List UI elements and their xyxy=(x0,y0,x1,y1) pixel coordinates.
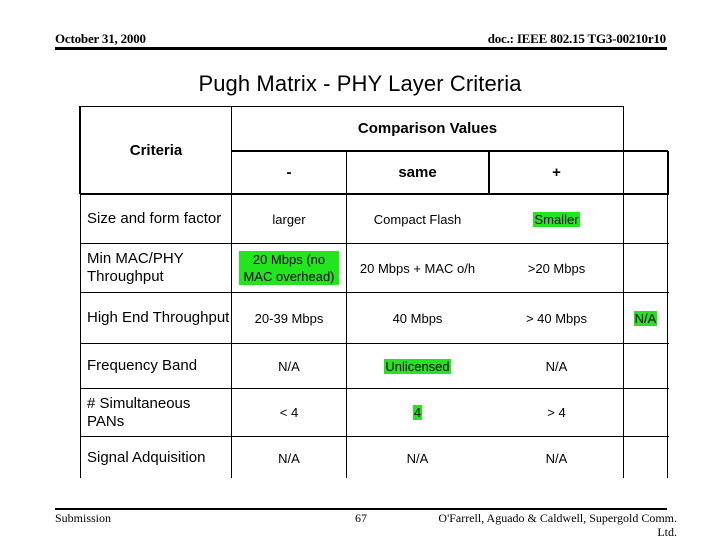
plus-value: > 4 xyxy=(547,405,566,420)
minus-cell: 20 Mbps (no MAC overhead) xyxy=(232,244,346,292)
plus-cell: > 4 xyxy=(490,389,623,436)
same-cell: N/A xyxy=(347,437,488,479)
column-header-same: same xyxy=(398,164,437,181)
minus-cell: < 4 xyxy=(232,389,346,436)
criteria-cell: Size and form factor xyxy=(81,195,231,243)
criteria-header: Criteria xyxy=(129,141,183,159)
footer-authors-line2: Ltd. xyxy=(657,525,677,539)
minus-cell: N/A xyxy=(232,437,346,479)
minus-value: N/A xyxy=(278,450,300,466)
plus-value-highlighted: Smaller xyxy=(533,211,580,227)
same-value: 40 Mbps xyxy=(392,310,443,326)
minus-cell: 20-39 Mbps xyxy=(232,293,346,343)
plus-value: >20 Mbps xyxy=(527,260,586,276)
plus-cell: > 40 Mbps xyxy=(490,293,623,343)
same-cell: 20 Mbps + MAC o/h xyxy=(347,244,488,292)
same-value: Compact Flash xyxy=(373,211,462,227)
minus-cell: N/A xyxy=(232,344,346,388)
same-value: N/A xyxy=(406,450,429,466)
footer-rule xyxy=(55,508,667,510)
column-header-plus: + xyxy=(552,164,561,181)
footer-authors: O'Farrell, Aguado & Caldwell, Supergold … xyxy=(377,511,677,539)
minus-value: < 4 xyxy=(279,405,299,420)
criteria-cell: Min MAC/PHY Throughput xyxy=(81,244,231,292)
comparison-values-header: Comparison Values xyxy=(357,120,498,137)
table-line xyxy=(667,194,668,478)
same-value: 20 Mbps + MAC o/h xyxy=(359,260,476,276)
same-cell: Compact Flash xyxy=(347,195,488,243)
plus-cell: Smaller xyxy=(490,195,623,243)
minus-value: N/A xyxy=(278,358,300,374)
criteria-label: Size and form factor xyxy=(87,210,222,227)
same-cell: 4 xyxy=(347,389,488,436)
header-rule xyxy=(55,47,667,50)
page-title: Pugh Matrix - PHY Layer Criteria xyxy=(198,71,522,96)
table-line xyxy=(623,106,624,478)
footer-submission: Submission xyxy=(55,511,112,525)
plus-value: N/A xyxy=(545,358,568,374)
criteria-cell: Signal Adquisition xyxy=(81,437,231,479)
minus-cell: larger xyxy=(232,195,346,243)
criteria-label: Frequency Band xyxy=(87,357,198,374)
criteria-label: # Simultaneous PANs xyxy=(87,394,191,430)
criteria-label: Signal Adquisition xyxy=(87,449,206,466)
minus-value: larger xyxy=(272,211,306,227)
extra-value-highlighted: N/A xyxy=(633,310,658,326)
criteria-cell: High End Throughput xyxy=(81,293,231,343)
plus-cell: >20 Mbps xyxy=(490,244,623,292)
extra-cell: N/A xyxy=(624,293,667,343)
footer-page-number: 67 xyxy=(355,511,367,525)
criteria-cell: Frequency Band xyxy=(81,344,231,388)
same-cell: 40 Mbps xyxy=(347,293,488,343)
plus-cell: N/A xyxy=(490,437,623,479)
column-header-minus: - xyxy=(286,164,292,181)
header-date: October 31, 2000 xyxy=(55,31,146,46)
footer-authors-line1: O'Farrell, Aguado & Caldwell, Supergold … xyxy=(438,511,677,525)
header-doc-id: doc.: IEEE 802.15 TG3-00210r10 xyxy=(487,31,667,46)
same-value-highlighted: 4 xyxy=(412,405,423,420)
same-cell: Unlicensed xyxy=(347,344,488,388)
same-value-highlighted: Unlicensed xyxy=(384,358,451,374)
minus-value: 20-39 Mbps xyxy=(254,310,324,326)
criteria-cell: # Simultaneous PANs xyxy=(81,389,231,436)
plus-value: > 40 Mbps xyxy=(525,310,588,326)
plus-cell: N/A xyxy=(490,344,623,388)
criteria-label: Min MAC/PHY Throughput xyxy=(87,250,184,285)
plus-value: N/A xyxy=(545,450,568,466)
minus-value-highlighted: 20 Mbps (no MAC overhead) xyxy=(239,251,339,285)
table-line xyxy=(667,151,669,194)
criteria-label: High End Throughput xyxy=(87,309,230,326)
